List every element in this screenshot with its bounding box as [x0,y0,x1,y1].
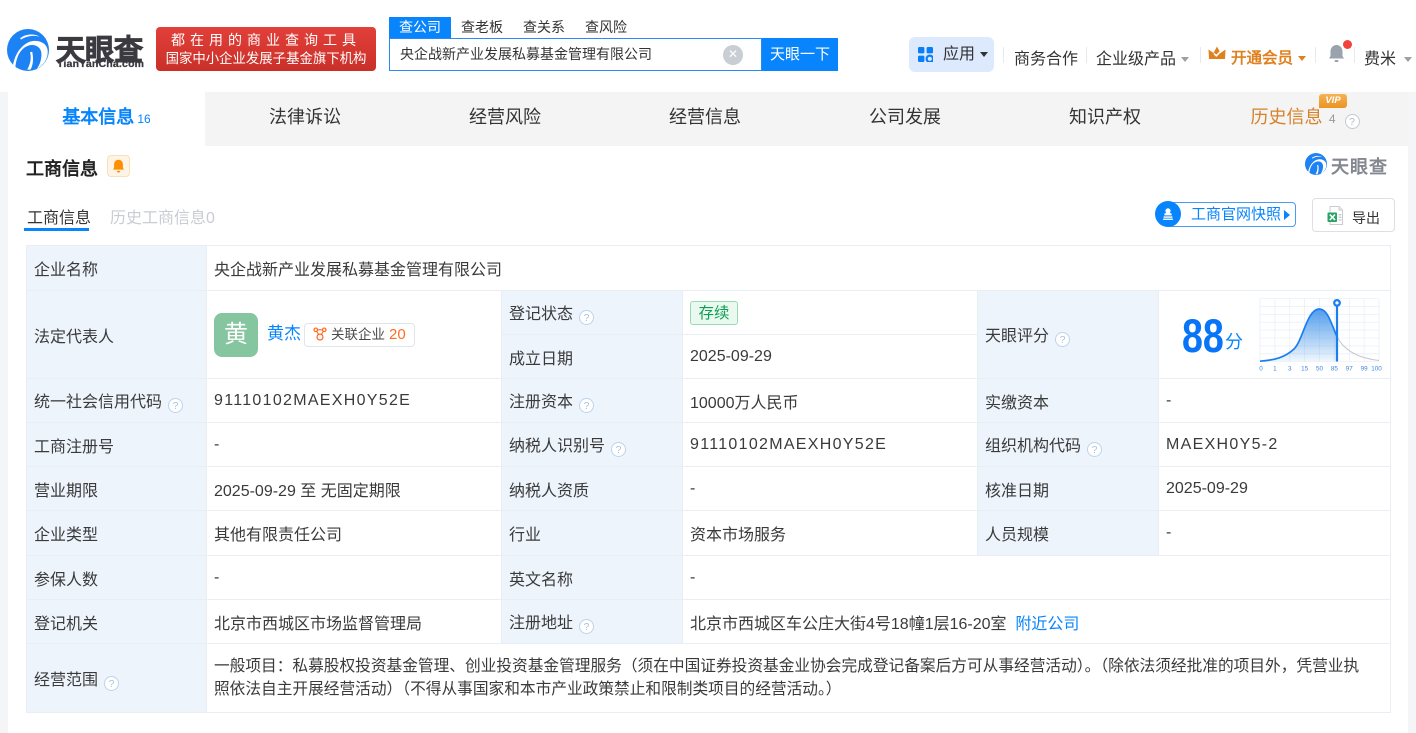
svg-text:100: 100 [1371,365,1382,372]
svg-text:99: 99 [1361,365,1369,372]
svg-text:85: 85 [1331,365,1339,372]
svg-text:50: 50 [1316,365,1324,372]
svg-text:1: 1 [1273,365,1277,372]
svg-text:3: 3 [1288,365,1292,372]
svg-text:97: 97 [1346,365,1354,372]
svg-text:15: 15 [1301,365,1309,372]
svg-text:0: 0 [1259,365,1263,372]
